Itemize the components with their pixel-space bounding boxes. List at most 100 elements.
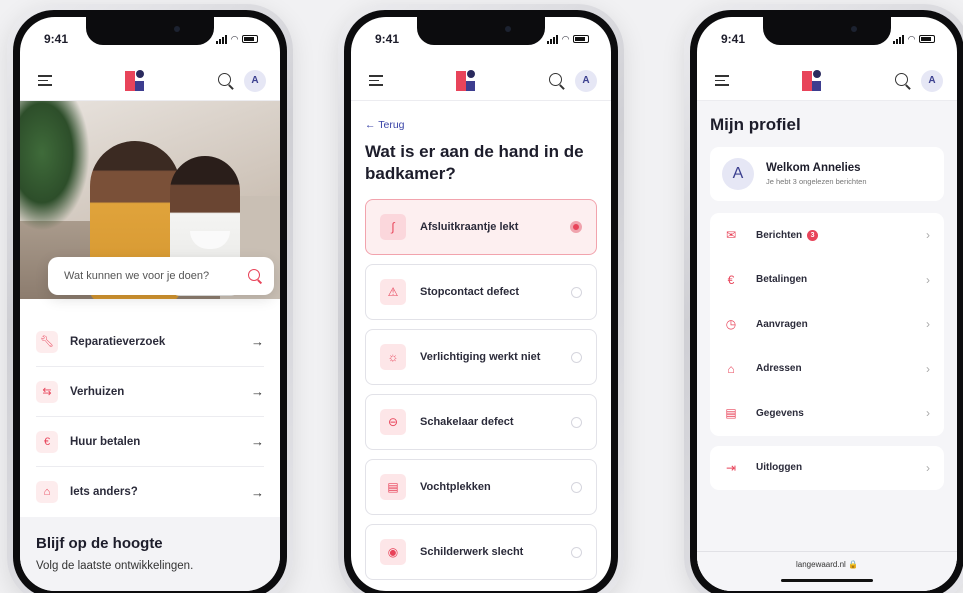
profile-item-adressen[interactable]: ⌂ Adressen › <box>724 347 930 392</box>
status-time: 9:41 <box>44 32 69 46</box>
phone-question: 9:41 ◠ A ← Terug Wat is er aan de hand i… <box>338 4 624 593</box>
browser-footer: langewaard.nl 🔒 <box>697 551 957 591</box>
radio[interactable] <box>571 546 582 558</box>
battery-icon <box>573 35 589 43</box>
faucet-icon: ∫ <box>380 214 406 241</box>
url-label[interactable]: langewaard.nl 🔒 <box>796 560 858 569</box>
top-bar: A <box>20 61 280 101</box>
home-indicator[interactable] <box>781 579 873 582</box>
news-title: Blijf op de hoogte <box>36 535 163 552</box>
avatar[interactable]: A <box>575 69 597 92</box>
wifi-icon: ◠ <box>908 33 915 44</box>
chevron-right-icon: › <box>926 272 930 287</box>
wall-icon: ▤ <box>380 474 406 501</box>
arrow-right-icon: → <box>251 484 264 500</box>
menu-item-iets-anders[interactable]: ⌂ Iets anders? → <box>36 467 264 517</box>
menu-icon[interactable] <box>715 75 729 86</box>
search-icon[interactable] <box>549 72 565 89</box>
wifi-icon: ◠ <box>562 33 569 44</box>
menu-item-reparatieverzoek[interactable]: 🔧︎ Reparatieverzoek → <box>36 317 264 367</box>
switch-icon: ⊖ <box>380 409 406 436</box>
home-screen: 9:41 ◠ A Wat kunnen we voor je doen? 🔧︎ … <box>20 17 280 591</box>
avatar: A <box>722 158 754 190</box>
brand-logo[interactable] <box>456 69 476 92</box>
arrow-right-icon: → <box>251 434 264 449</box>
search-icon[interactable] <box>248 269 262 283</box>
profile-menu: ✉︎ Berichten 3 › € Betalingen › ◷ Aanvrag… <box>710 213 944 436</box>
option-afsluitkraantje-lekt[interactable]: ∫ Afsluitkraantje lekt <box>365 199 597 256</box>
arrow-right-icon: → <box>251 384 264 399</box>
avatar[interactable]: A <box>244 69 266 92</box>
quick-actions-list: 🔧︎ Reparatieverzoek → ⇆ Verhuizen → € Hu… <box>20 303 280 517</box>
profile-content: Mijn profiel A Welkom Annelies Je hebt 3… <box>697 101 957 591</box>
notch <box>86 17 214 45</box>
brand-logo[interactable] <box>802 69 822 92</box>
payment-icon: € <box>727 272 735 287</box>
news-subtitle: Volg de laatste ontwikkelingen. <box>36 560 194 572</box>
avatar[interactable]: A <box>921 69 943 92</box>
question-content: ← Terug Wat is er aan de hand in de badk… <box>351 101 611 581</box>
search-icon[interactable] <box>218 72 234 89</box>
back-link[interactable]: ← Terug <box>365 119 597 131</box>
menu-icon[interactable] <box>38 75 52 86</box>
menu-icon[interactable] <box>369 75 383 86</box>
logout-button[interactable]: ⇥ Uitloggen › <box>710 445 944 490</box>
option-vochtplekken[interactable]: ▤ Vochtplekken <box>365 459 597 516</box>
welcome-subtitle: Je hebt 3 ongelezen berichten <box>766 177 867 186</box>
radio[interactable] <box>571 481 582 493</box>
logout-icon: ⇥ <box>725 460 737 475</box>
wrench-icon: 🔧︎ <box>36 330 58 353</box>
welcome-card: A Welkom Annelies Je hebt 3 ongelezen be… <box>710 147 944 201</box>
notch <box>417 17 545 45</box>
radio-selected[interactable] <box>570 221 582 234</box>
payment-icon: € <box>36 430 58 453</box>
profile-item-betalingen[interactable]: € Betalingen › <box>724 258 930 303</box>
document-icon: ▤ <box>725 406 737 421</box>
chevron-right-icon: › <box>926 460 930 475</box>
option-schilderwerk-slecht[interactable]: ◉ Schilderwerk slecht <box>365 524 597 581</box>
news-section: Blijf op de hoogte Volg de laatste ontwi… <box>20 517 280 591</box>
phone-profile: 9:41 ◠ A Mijn profiel A Welkom Annelies … <box>684 4 963 593</box>
chevron-right-icon: › <box>926 228 930 243</box>
question-screen: 9:41 ◠ A ← Terug Wat is er aan de hand i… <box>351 17 611 591</box>
top-bar: A <box>697 61 957 101</box>
mail-icon: ✉︎ <box>725 228 737 243</box>
radio[interactable] <box>571 286 582 298</box>
menu-item-verhuizen[interactable]: ⇆ Verhuizen → <box>36 367 264 417</box>
signal-icon <box>216 34 228 44</box>
chevron-right-icon: › <box>926 406 930 421</box>
moving-icon: ⇆ <box>36 380 58 403</box>
wifi-icon: ◠ <box>231 33 238 44</box>
chevron-right-icon: › <box>926 317 930 332</box>
menu-item-huur-betalen[interactable]: € Huur betalen → <box>36 417 264 467</box>
search-box <box>48 257 274 295</box>
page-title: Mijn profiel <box>710 115 801 134</box>
radio[interactable] <box>571 416 582 428</box>
profile-screen: 9:41 ◠ A Mijn profiel A Welkom Annelies … <box>697 17 957 591</box>
profile-item-gegevens[interactable]: ▤ Gegevens › <box>724 391 930 436</box>
option-stopcontact-defect[interactable]: ⚠︎ Stopcontact defect <box>365 264 597 321</box>
search-input[interactable] <box>64 270 234 282</box>
status-time: 9:41 <box>375 32 400 46</box>
home-icon: ⌂ <box>727 361 735 376</box>
battery-icon <box>242 35 258 43</box>
house-question-icon: ⌂ <box>36 481 58 503</box>
profile-item-berichten[interactable]: ✉︎ Berichten 3 › <box>724 213 930 258</box>
search-icon[interactable] <box>895 72 911 89</box>
option-schakelaar-defect[interactable]: ⊖ Schakelaar defect <box>365 394 597 451</box>
welcome-name: Welkom Annelies <box>766 162 861 174</box>
signal-icon <box>547 34 559 44</box>
option-verlichting-werkt-niet[interactable]: ☼ Verlichtiging werkt niet <box>365 329 597 386</box>
unread-badge: 3 <box>807 229 819 241</box>
profile-item-aanvragen[interactable]: ◷ Aanvragen › <box>724 302 930 347</box>
question-title: Wat is er aan de hand in de badkamer? <box>365 142 584 184</box>
radio[interactable] <box>571 351 582 363</box>
top-bar: A <box>351 61 611 101</box>
clock-icon: ◷ <box>725 317 737 332</box>
status-time: 9:41 <box>721 32 746 46</box>
battery-icon <box>919 35 935 43</box>
arrow-right-icon: → <box>251 334 264 349</box>
brand-logo[interactable] <box>125 69 145 92</box>
phone-home: 9:41 ◠ A Wat kunnen we voor je doen? 🔧︎ … <box>7 4 293 593</box>
warning-icon: ⚠︎ <box>380 279 406 306</box>
